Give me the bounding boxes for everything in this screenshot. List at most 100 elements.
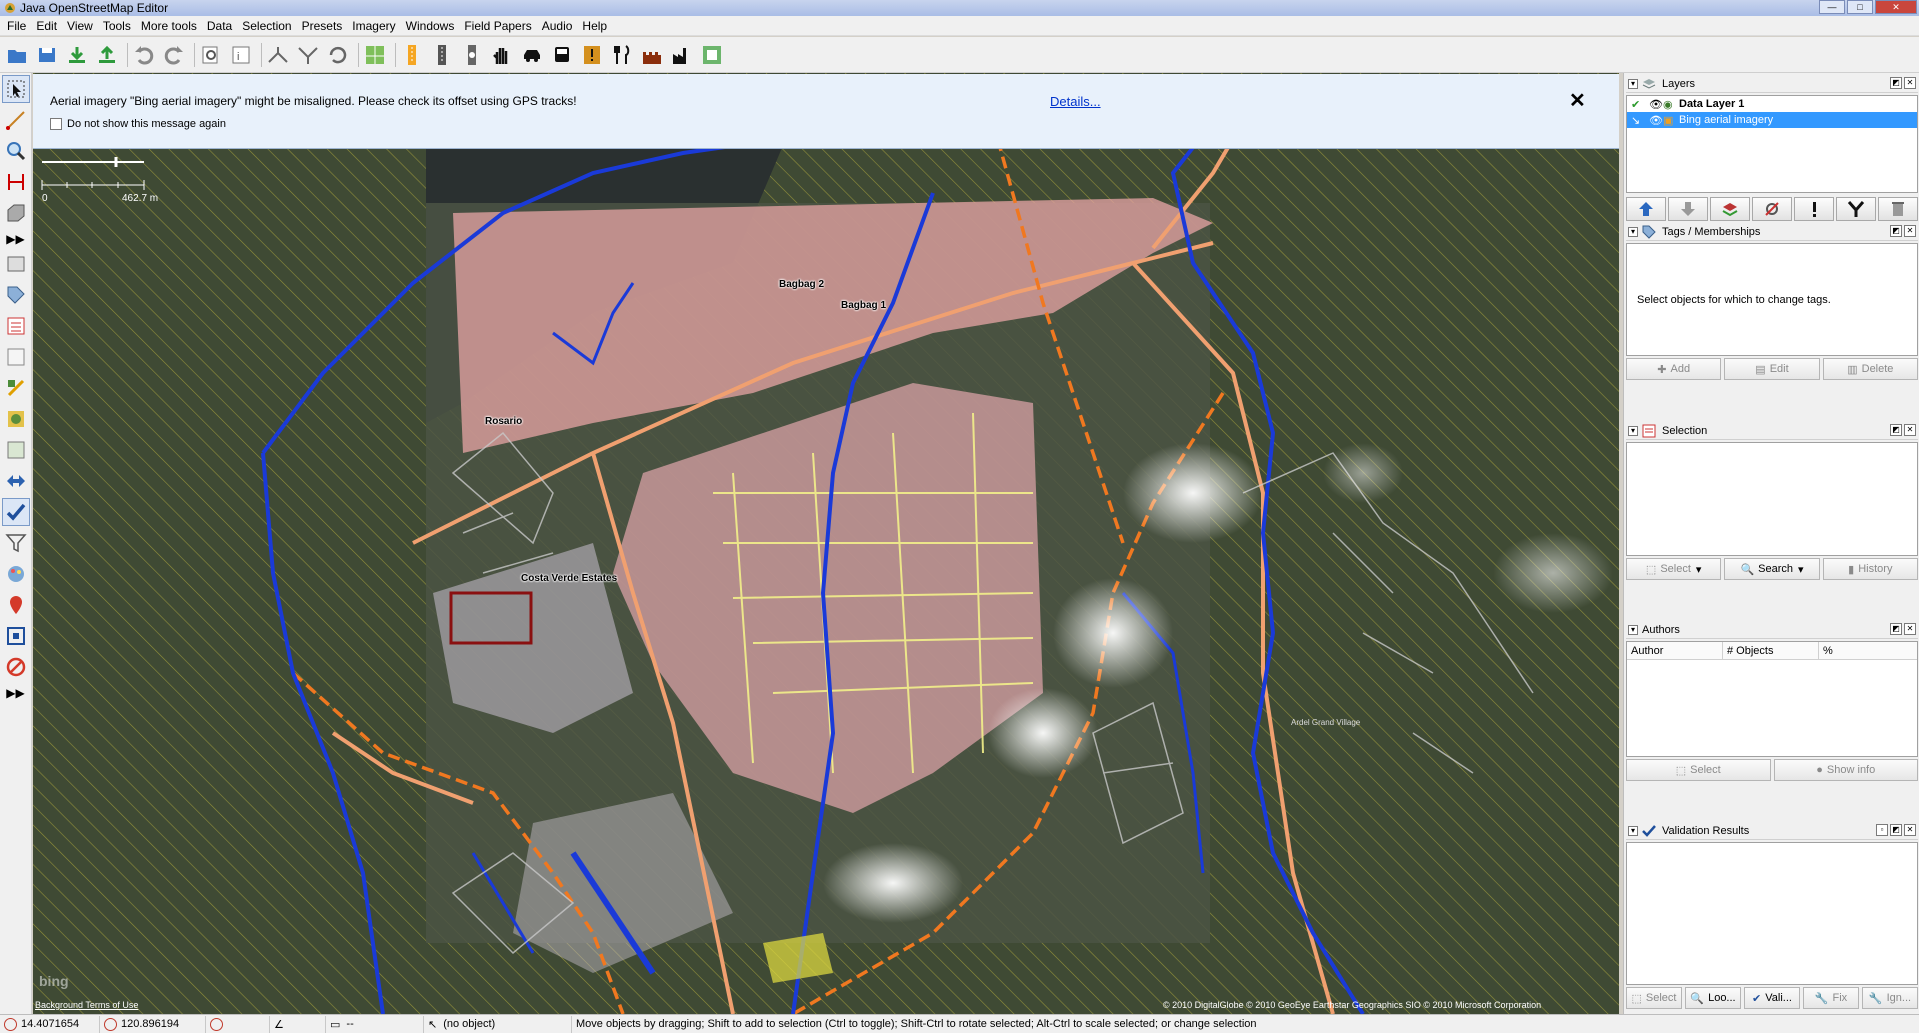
menu-help[interactable]: Help: [577, 17, 612, 35]
ignore-button[interactable]: 🔧 Ign...: [1862, 987, 1918, 1009]
validation-select-button[interactable]: ⬚ Select: [1626, 987, 1682, 1009]
selection-panel-button[interactable]: [2, 312, 30, 340]
maximize-button[interactable]: □: [1847, 0, 1873, 14]
save-button[interactable]: [34, 41, 60, 69]
show-info-button[interactable]: ● Show info: [1773, 759, 1918, 781]
column-author[interactable]: Author: [1627, 642, 1723, 659]
preset-leisure-button[interactable]: [699, 41, 725, 69]
checkbox-box[interactable]: [50, 118, 62, 130]
imagery-offset-button[interactable]: [2, 622, 30, 650]
layer-row-imagery[interactable]: ↘ 👁 ▣ Bing aerial imagery: [1627, 112, 1917, 128]
close-dialog-icon[interactable]: ✕: [1904, 77, 1916, 89]
settings-icon[interactable]: ▫: [1876, 824, 1888, 836]
collapse-icon[interactable]: ▾: [1628, 624, 1638, 635]
authors-select-button[interactable]: ⬚ Select: [1626, 759, 1771, 781]
detach-dialog-icon[interactable]: ◩: [1890, 225, 1902, 237]
place-label[interactable]: Bagbag 1: [841, 300, 886, 311]
close-dialog-icon[interactable]: ✕: [1904, 824, 1916, 836]
select-button[interactable]: ⬚ Select ▾: [1626, 558, 1722, 580]
tags-panel-button[interactable]: [2, 281, 30, 309]
delete-mode-button[interactable]: [2, 168, 30, 196]
menu-view[interactable]: View: [62, 17, 98, 35]
selection-dialog-title[interactable]: ▾ Selection ◩ ✕: [1626, 422, 1918, 440]
close-dialog-icon[interactable]: ✕: [1904, 225, 1916, 237]
close-dialog-icon[interactable]: ✕: [1904, 623, 1916, 635]
style-panel-button[interactable]: [2, 560, 30, 588]
download-button[interactable]: [64, 41, 90, 69]
menu-data[interactable]: Data: [202, 17, 237, 35]
activate-layer-button[interactable]: [1710, 197, 1750, 221]
menu-file[interactable]: File: [2, 17, 31, 35]
delete-layer-button[interactable]: [1878, 197, 1918, 221]
menu-more-tools[interactable]: More tools: [136, 17, 202, 35]
zoom-mode-button[interactable]: [2, 137, 30, 165]
layer-row-data[interactable]: ✔ 👁 ◉ Data Layer 1: [1627, 96, 1917, 112]
preset-road-button[interactable]: [429, 41, 455, 69]
notes-panel-button[interactable]: [2, 591, 30, 619]
upload-button[interactable]: [94, 41, 120, 69]
layer-info-button[interactable]: [1794, 197, 1834, 221]
info-button[interactable]: i: [228, 41, 254, 69]
move-down-button[interactable]: [1668, 197, 1708, 221]
tags-dialog-title[interactable]: ▾ Tags / Memberships ◩ ✕: [1626, 223, 1918, 241]
detach-dialog-icon[interactable]: ◩: [1890, 77, 1902, 89]
authors-dialog-title[interactable]: ▾ Authors ◩ ✕: [1626, 621, 1918, 639]
fix-button[interactable]: 🔧 Fix: [1803, 987, 1859, 1009]
map-paint-button[interactable]: [362, 41, 388, 69]
preset-hand-button[interactable]: [489, 41, 515, 69]
detach-dialog-icon[interactable]: ◩: [1890, 824, 1902, 836]
preset-restaurant-button[interactable]: [609, 41, 635, 69]
relations-panel-button[interactable]: [2, 343, 30, 371]
toggle-toolbar-button[interactable]: [2, 250, 30, 278]
preset-car-button[interactable]: [519, 41, 545, 69]
merge-layer-button[interactable]: [1836, 197, 1876, 221]
validation-dialog-title[interactable]: ▾ Validation Results ▫ ◩ ✕: [1626, 822, 1918, 840]
close-dialog-icon[interactable]: ✕: [1904, 424, 1916, 436]
column-objects[interactable]: # Objects: [1723, 642, 1819, 659]
preset-bus-button[interactable]: [549, 41, 575, 69]
minimize-button[interactable]: —: [1819, 0, 1845, 14]
preferences-button[interactable]: [198, 41, 224, 69]
collapse-icon[interactable]: ▾: [1628, 825, 1638, 836]
place-label[interactable]: Rosario: [485, 416, 522, 427]
details-link[interactable]: Details...: [1050, 94, 1101, 109]
place-label[interactable]: Ardel Grand Village: [1291, 718, 1360, 727]
validate-button[interactable]: ✔ Vali...: [1744, 987, 1800, 1009]
combine-way-button[interactable]: [295, 41, 321, 69]
menu-audio[interactable]: Audio: [537, 17, 578, 35]
detach-dialog-icon[interactable]: ◩: [1890, 424, 1902, 436]
menu-windows[interactable]: Windows: [401, 17, 460, 35]
menu-imagery[interactable]: Imagery: [347, 17, 400, 35]
menu-presets[interactable]: Presets: [297, 17, 348, 35]
dont-show-again-checkbox[interactable]: Do not show this message again: [50, 118, 226, 130]
menu-tools[interactable]: Tools: [98, 17, 136, 35]
select-mode-button[interactable]: [2, 75, 30, 103]
column-percent[interactable]: %: [1819, 642, 1917, 659]
history-button[interactable]: ▮ History: [1822, 558, 1918, 580]
place-label[interactable]: Bagbag 2: [779, 279, 824, 290]
menu-edit[interactable]: Edit: [31, 17, 62, 35]
collapse-icon[interactable]: ▾: [1628, 78, 1638, 89]
menu-field-papers[interactable]: Field Papers: [459, 17, 536, 35]
extrude-mode-button[interactable]: [2, 199, 30, 227]
toggle-visibility-button[interactable]: [1752, 197, 1792, 221]
more-panels-button[interactable]: ▶▶: [0, 684, 31, 702]
conflict-panel-button[interactable]: [2, 467, 30, 495]
draw-mode-button[interactable]: [2, 106, 30, 134]
measurement-panel-button[interactable]: [2, 653, 30, 681]
close-notice-icon[interactable]: ✕: [1569, 88, 1586, 113]
commands-panel-button[interactable]: [2, 374, 30, 402]
search-button[interactable]: 🔍 Search ▾: [1724, 558, 1820, 580]
collapse-icon[interactable]: ▾: [1628, 425, 1638, 436]
background-terms-link[interactable]: Background Terms of Use: [35, 1000, 138, 1010]
preset-amenity-button[interactable]: [579, 41, 605, 69]
delete-tag-button[interactable]: ▥ Delete: [1822, 358, 1918, 380]
place-label[interactable]: Costa Verde Estates: [521, 573, 617, 584]
visibility-eye-icon[interactable]: 👁: [1649, 114, 1663, 127]
preset-castle-button[interactable]: [639, 41, 665, 69]
history-panel-button[interactable]: [2, 405, 30, 433]
edit-tag-button[interactable]: ▤ Edit: [1724, 358, 1820, 380]
active-layer-icon[interactable]: ✔: [1631, 98, 1649, 111]
visibility-eye-icon[interactable]: 👁: [1649, 98, 1663, 111]
validator-panel-button[interactable]: [2, 498, 30, 526]
